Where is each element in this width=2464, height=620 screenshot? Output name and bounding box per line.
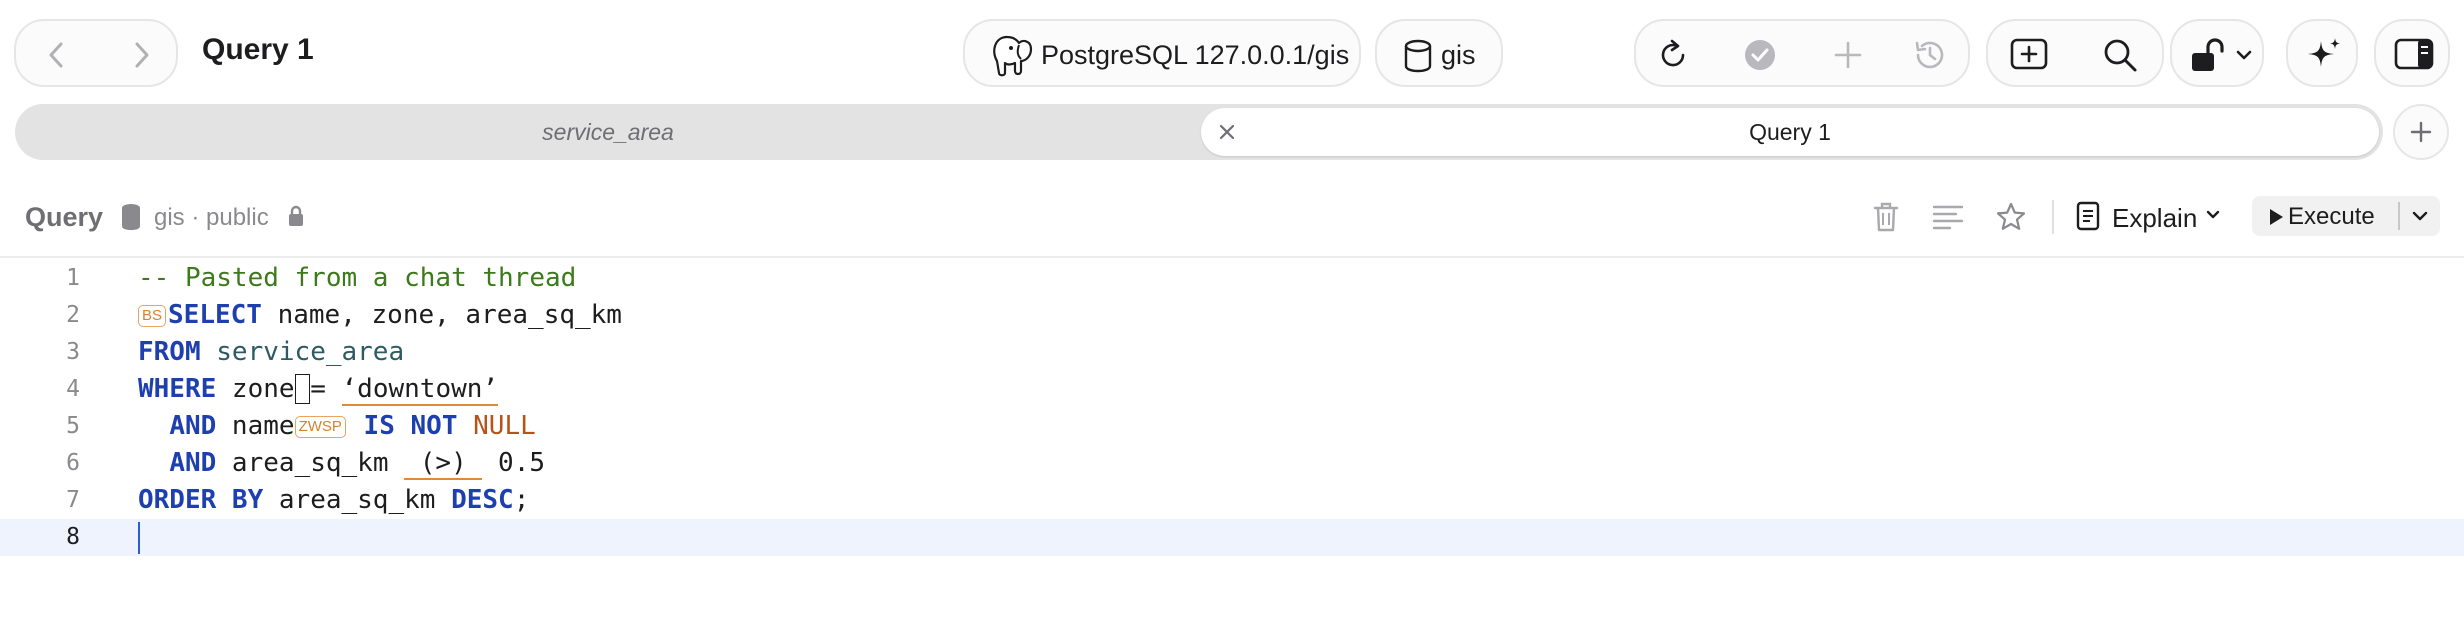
query-heading: Query	[25, 202, 104, 232]
sql-text: zone	[216, 374, 295, 404]
lock-icon	[288, 205, 304, 227]
invisible-char-badge[interactable]: BS	[138, 305, 167, 327]
invisible-char-badge[interactable]: ZWSP	[294, 416, 346, 438]
database-label: gis	[1441, 40, 1476, 70]
line-number: 8	[66, 524, 80, 550]
sql-comment: -- Pasted from a chat thread	[138, 263, 577, 293]
back-arrow-icon[interactable]	[44, 41, 68, 69]
toolbar-divider	[2052, 200, 2054, 234]
connection-button[interactable]: PostgreSQL 127.0.0.1/gis	[963, 19, 1361, 87]
execute-options-chevron-icon[interactable]	[2412, 211, 2428, 221]
history-icon[interactable]	[1912, 37, 1948, 73]
postgresql-elephant-icon	[987, 31, 1035, 79]
schema-breadcrumb[interactable]: gis · public	[154, 204, 269, 232]
commit-check-icon[interactable]	[1744, 39, 1776, 71]
execute-label: Execute	[2288, 203, 2375, 230]
editor-line: 7 ORDER BY area_sq_km DESC;	[0, 482, 2464, 519]
tab-label: service_area	[542, 118, 674, 145]
sidebar-toggle-button[interactable]	[2374, 19, 2450, 87]
sql-keyword: FROM	[138, 337, 201, 367]
line-number: 6	[66, 450, 80, 476]
sparkles-icon	[2304, 35, 2344, 75]
chevron-down-icon	[2236, 49, 2252, 61]
schema-database-icon	[120, 203, 142, 231]
sql-text: name, zone, area_sq_km	[261, 300, 622, 330]
search-icon[interactable]	[2102, 37, 2138, 73]
query-actions-group	[1634, 19, 1970, 87]
document-icon	[2076, 201, 2100, 231]
chevron-down-icon	[2206, 210, 2220, 220]
play-icon	[2268, 208, 2284, 226]
format-query-icon[interactable]	[1932, 204, 1964, 230]
editor-line: 2 BS SELECT name, zone, area_sq_km	[0, 297, 2464, 334]
sql-keyword: WHERE	[138, 374, 217, 404]
invisible-space-marker[interactable]	[294, 374, 311, 404]
line-number: 1	[66, 265, 80, 291]
editor-line: 4 WHERE zone = ‘downtown’	[0, 371, 2464, 408]
database-icon	[1403, 39, 1433, 73]
connection-label: PostgreSQL 127.0.0.1/gis	[1041, 40, 1350, 70]
explain-button[interactable]: Explain	[2076, 196, 2230, 236]
forward-arrow-icon[interactable]	[130, 41, 154, 69]
unlock-icon	[2188, 35, 2228, 75]
sql-keyword: IS NOT	[347, 411, 458, 441]
explain-label: Explain	[2112, 203, 2198, 233]
editor-line: 1 -- Pasted from a chat thread	[0, 260, 2464, 297]
sql-text: name	[216, 411, 295, 441]
plus-icon	[2409, 120, 2433, 144]
sql-text: area_sq_km	[263, 485, 452, 515]
sql-operator: =	[310, 374, 342, 404]
sql-keyword: AND	[169, 448, 217, 478]
editor-line: 6 AND area_sq_km (>) 0.5	[0, 445, 2464, 482]
new-tab-button[interactable]	[2393, 104, 2449, 160]
favorite-star-icon[interactable]	[1995, 201, 2027, 233]
tab-label: Query 1	[1749, 118, 1831, 145]
editor-actions-group	[1986, 19, 2164, 87]
window-title: Query 1	[202, 33, 314, 66]
sql-keyword: SELECT	[168, 300, 262, 330]
new-query-tab-icon[interactable]	[2010, 37, 2048, 71]
ai-assistant-button[interactable]	[2286, 19, 2358, 87]
sidebar-right-icon	[2394, 38, 2434, 70]
sql-text: ;	[513, 485, 530, 515]
sql-table-name: service_area	[200, 337, 405, 367]
editor-line-active[interactable]: 8	[0, 519, 2464, 556]
sql-keyword: ORDER BY	[138, 485, 264, 515]
execute-button[interactable]: Execute	[2252, 196, 2440, 236]
tab-service-area[interactable]: service_area	[15, 104, 1201, 160]
execute-divider	[2398, 202, 2400, 230]
sql-editor[interactable]: 1 -- Pasted from a chat thread 2 BS SELEC…	[0, 258, 2464, 620]
nav-arrows-group	[14, 19, 178, 87]
line-number: 2	[66, 302, 80, 328]
line-number: 4	[66, 376, 80, 402]
trash-icon[interactable]	[1872, 201, 1900, 233]
line-number: 3	[66, 339, 80, 365]
line-number: 7	[66, 487, 80, 513]
sql-keyword: AND	[169, 411, 217, 441]
sql-operator-warning[interactable]: (>)	[404, 448, 483, 480]
sql-text: 0.5	[482, 448, 546, 478]
sql-string-smart-quotes[interactable]: ‘downtown’	[341, 374, 499, 406]
add-row-icon[interactable]	[1832, 39, 1864, 71]
sql-null-literal: NULL	[457, 411, 536, 441]
close-tab-icon[interactable]	[1219, 124, 1235, 140]
editor-line: 3 FROM service_area	[0, 334, 2464, 371]
text-caret	[138, 521, 140, 554]
database-button[interactable]: gis	[1375, 19, 1503, 87]
tab-query-1[interactable]: Query 1	[1201, 108, 2379, 156]
editor-line: 5 AND name ZWSP IS NOT NULL	[0, 408, 2464, 445]
line-number: 5	[66, 413, 80, 439]
sql-text: area_sq_km	[216, 448, 405, 478]
safe-mode-lock-button[interactable]	[2170, 19, 2264, 87]
sql-keyword: DESC	[451, 485, 514, 515]
refresh-icon[interactable]	[1656, 38, 1690, 72]
